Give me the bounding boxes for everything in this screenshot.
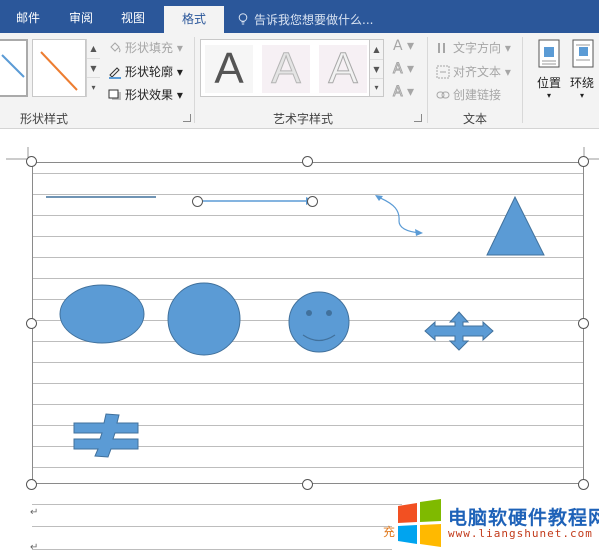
shape-style-preset-1[interactable] [0, 39, 28, 97]
create-link-label: 创建链接 [453, 88, 502, 102]
paint-bucket-icon [110, 42, 121, 53]
tab-format[interactable]: 格式 [164, 6, 224, 33]
scroll-down-icon[interactable]: ▼ [87, 58, 100, 77]
oval-shape [59, 284, 145, 344]
line-style-icon [1, 54, 25, 78]
group-divider [427, 37, 428, 123]
align-text-icon [436, 65, 450, 79]
text-effects-button[interactable]: A ▾ [393, 84, 415, 101]
text-fill-button[interactable]: A ▾ [393, 38, 414, 54]
shape-fill-button[interactable]: 形状填充 ▾ [108, 39, 183, 56]
shape-style-preset-2[interactable] [32, 39, 86, 97]
shape-effects-button[interactable]: 形状效果 ▾ [108, 86, 183, 103]
position-icon [538, 39, 560, 68]
line-endpoint-handle-end[interactable] [307, 196, 318, 207]
text-direction-icon [438, 43, 445, 53]
scroll-up-icon[interactable]: ▲ [87, 39, 100, 58]
quad-arrow-shape [424, 311, 494, 351]
shape-fill-label: 形状填充 [125, 41, 174, 55]
wordart-gallery[interactable]: A A A [200, 39, 370, 97]
tell-me-search[interactable]: 告诉我您想要做什么... [238, 11, 373, 28]
paragraph-mark-icon: ↵ [30, 507, 39, 518]
wordart-style-3[interactable]: A [319, 44, 367, 93]
text-group-label: 文本 [463, 112, 488, 126]
text-outline-icon: A [393, 61, 404, 78]
text-outline-button[interactable]: A ▾ [393, 61, 415, 78]
ribbon-tab-bar: 邮件 审阅 视图 格式 告诉我您想要做什么... [0, 0, 599, 33]
wordart-gallery-scroll[interactable]: ▲ ▼ ▾ [370, 39, 384, 97]
lightbulb-icon [238, 13, 248, 25]
position-button[interactable]: 位置 ▾ [530, 39, 568, 109]
tab-review[interactable]: 审阅 [56, 0, 106, 33]
chevron-down-icon: ▾ [580, 91, 585, 100]
create-link-button[interactable]: 创建链接 [436, 86, 501, 103]
tell-me-text: 告诉我您想要做什么... [254, 13, 374, 27]
circle-shape [167, 282, 241, 356]
shape-effects-icon [108, 89, 121, 100]
shape-effects-label: 形状效果 [125, 88, 174, 102]
shape-styles-group-label: 形状样式 [20, 112, 69, 126]
resize-handle-bottom[interactable] [302, 479, 313, 490]
watermark-partial-char: 充 [383, 525, 396, 539]
resize-handle-right[interactable] [578, 318, 589, 329]
align-text-label: 对齐文本 [453, 65, 502, 79]
resize-handle-top-left[interactable] [26, 156, 37, 167]
watermark-title: 电脑软硬件教程网 [448, 507, 599, 529]
position-label: 位置 [536, 76, 561, 90]
scroll-up-icon[interactable]: ▲ [370, 40, 383, 59]
wordart-style-1[interactable]: A [205, 45, 253, 93]
line-style-icon [40, 51, 78, 91]
gallery-more-icon[interactable]: ▾ [370, 78, 383, 96]
smiley-face-shape [288, 291, 350, 353]
site-watermark: 充 电脑软硬件教程网 www.liangshunet.com [383, 497, 599, 554]
text-direction-label: 文字方向 [453, 41, 502, 55]
wordart-styles-group-label: 艺术字样式 [273, 112, 334, 126]
wrap-text-icon [572, 39, 594, 68]
resize-handle-top-right[interactable] [578, 156, 589, 167]
document-page[interactable]: ↵ ↵ 充 电脑软硬件教程网 www.liangshunet.com [0, 129, 599, 554]
link-icon [436, 91, 450, 99]
curved-double-arrow-shape [375, 195, 423, 236]
text-effects-icon: A [393, 84, 404, 101]
group-divider [522, 37, 523, 123]
line-endpoint-handle-start[interactable] [192, 196, 203, 207]
not-equal-shape [73, 413, 139, 458]
tab-mailings[interactable]: 邮件 [0, 0, 56, 33]
group-divider [194, 37, 195, 123]
text-fill-icon: A [393, 38, 403, 54]
ribbon: ▲ ▼ ▾ 形状填充 ▾ 形状轮廓 ▾ 形状效果 ▾ 形状样式 A A A ▲ … [0, 33, 599, 129]
wrap-text-button[interactable]: 环绕 ▾ [570, 39, 599, 109]
scroll-down-icon[interactable]: ▼ [370, 59, 383, 78]
resize-handle-left[interactable] [26, 318, 37, 329]
text-direction-button[interactable]: 文字方向 ▾ [436, 39, 511, 56]
shape-styles-launcher-icon[interactable] [183, 114, 191, 122]
pencil-outline-icon [109, 67, 121, 79]
wrap-text-label: 环绕 [570, 76, 595, 90]
shape-outline-label: 形状轮廓 [125, 65, 174, 79]
shape-outline-button[interactable]: 形状轮廓 ▾ [108, 63, 183, 80]
gallery-more-icon[interactable]: ▾ [87, 77, 100, 96]
tab-view[interactable]: 视图 [106, 0, 160, 33]
arrow-line-shape [197, 197, 314, 205]
watermark-url: www.liangshunet.com [448, 527, 593, 540]
align-text-button[interactable]: 对齐文本 ▾ [436, 63, 511, 80]
resize-handle-top[interactable] [302, 156, 313, 167]
canvas-shapes [46, 195, 545, 458]
chevron-down-icon: ▾ [546, 91, 551, 100]
resize-handle-bottom-left[interactable] [26, 479, 37, 490]
triangle-shape [486, 195, 545, 256]
wordart-styles-launcher-icon[interactable] [414, 114, 422, 122]
shape-style-gallery-scroll[interactable]: ▲ ▼ ▾ [86, 39, 100, 97]
wordart-style-2[interactable]: A [262, 44, 310, 93]
paragraph-mark-icon: ↵ [30, 542, 39, 553]
resize-handle-bottom-right[interactable] [578, 479, 589, 490]
windows-logo-icon [398, 499, 441, 547]
